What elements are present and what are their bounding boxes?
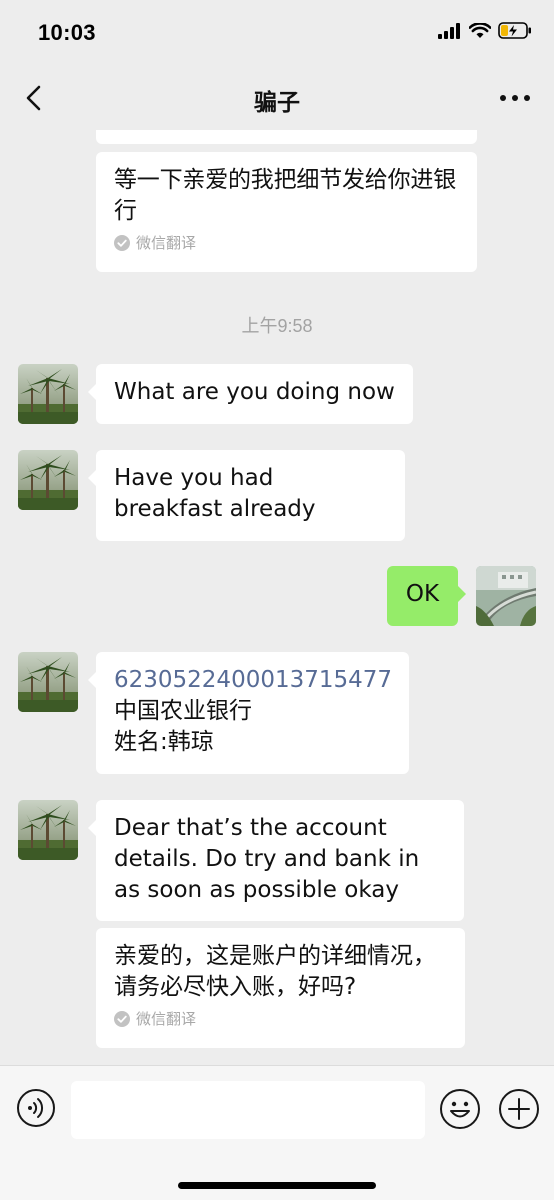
message-bubble[interactable]: Dear that’s the account details. Do try … [88,800,464,921]
more-button[interactable] [498,84,532,112]
message-input[interactable] [71,1081,425,1139]
chat-area[interactable]: 等一下亲爱的我把细节发给你进银行 微信翻译 上午9:58 What are yo… [0,130,554,1065]
nav-bar: 骗子 [0,66,554,130]
battery-charging-icon [498,22,531,39]
previous-bubble-edge [96,130,477,144]
emoji-icon [440,1089,480,1129]
home-indicator[interactable] [178,1182,376,1189]
more-dots-icon [500,95,530,101]
check-circle-icon [114,235,130,251]
status-time: 10:03 [38,20,96,45]
translation-label: 微信翻译 [136,234,197,252]
message-bubble[interactable]: Have you had breakfast already [88,450,405,541]
my-avatar[interactable] [476,566,536,626]
message-bubble[interactable]: What are you doing now [88,364,413,424]
message-bubble-outgoing[interactable]: OK [387,566,466,626]
message-translation[interactable]: 亲爱的，这是账户的详细情况，请务必尽快入账，好吗? 微信翻译 [96,928,465,1048]
plus-icon [499,1089,539,1129]
translation-tag: 微信翻译 [114,233,459,253]
emoji-button[interactable] [439,1088,481,1130]
signal-icon [438,22,460,39]
message-bubble[interactable]: 6230522400013715477 中国农业银行 姓名:韩琼 [88,652,409,774]
wifi-icon [469,22,491,38]
message-text: 亲爱的，这是账户的详细情况，请务必尽快入账，好吗? [114,943,436,1000]
account-number-link[interactable]: 6230522400013715477 [114,665,392,696]
contact-avatar[interactable] [18,364,78,424]
status-icons [438,22,532,39]
message-text: Dear that’s the account details. Do try … [114,815,420,903]
translation-label: 微信翻译 [136,1010,197,1028]
translation-tag: 微信翻译 [114,1009,447,1029]
input-bar [0,1065,554,1200]
chat-title: 骗子 [254,90,300,116]
contact-avatar[interactable] [18,652,78,712]
account-holder-text: 姓名:韩琼 [114,729,214,755]
contact-avatar[interactable] [18,800,78,860]
check-circle-icon [114,1011,130,1027]
message-text: Have you had breakfast already [114,465,316,522]
voice-icon [17,1089,55,1127]
status-bar: 10:03 [0,0,554,66]
bank-name-text: 中国农业银行 [114,698,252,724]
message-text: What are you doing now [114,379,395,405]
more-actions-button[interactable] [498,1088,540,1130]
voice-button[interactable] [16,1088,56,1128]
timestamp: 上午9:58 [241,316,313,336]
message-text: 等一下亲爱的我把细节发给你进银行 [114,167,457,224]
message-translation[interactable]: 等一下亲爱的我把细节发给你进银行 微信翻译 [96,152,477,272]
contact-avatar[interactable] [18,450,78,510]
message-text: OK [405,581,440,607]
